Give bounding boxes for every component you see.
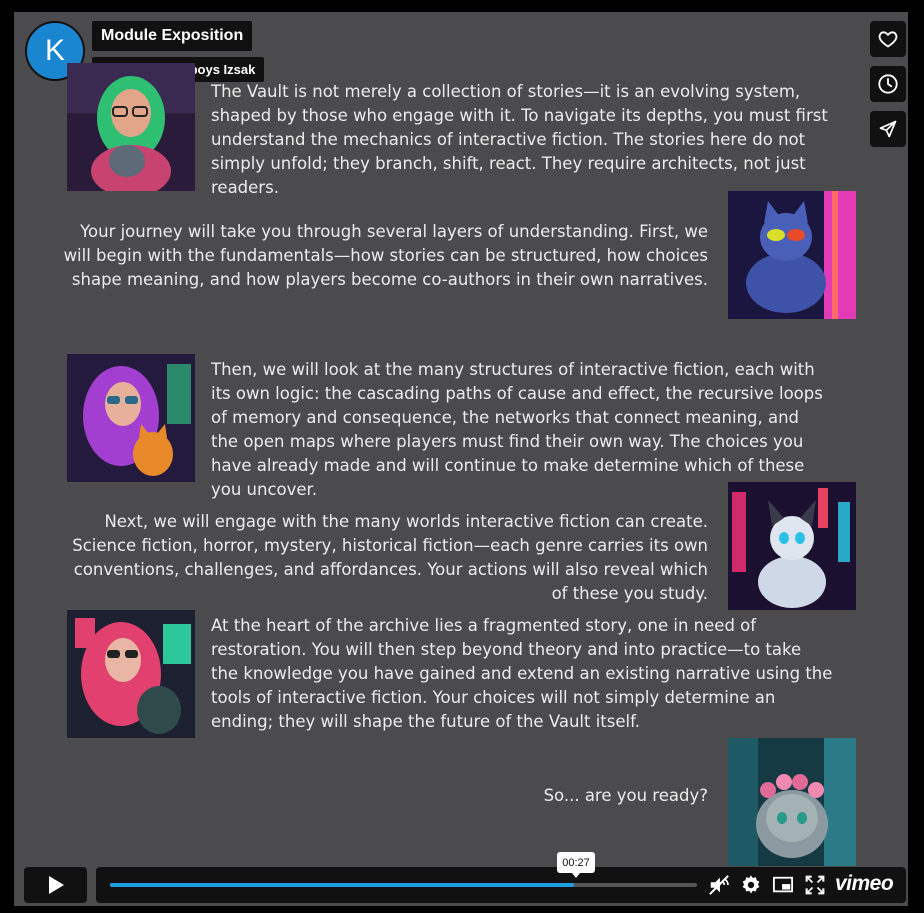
woman-green-hair-with-cat-image: [67, 63, 195, 191]
fullscreen-icon: [805, 875, 825, 895]
paragraph-ready: So... are you ready?: [543, 786, 708, 805]
play-button[interactable]: [24, 867, 87, 903]
woman-purple-hair-with-orange-cat-image: [67, 354, 195, 482]
progress-bar[interactable]: [110, 883, 697, 887]
video-title[interactable]: Module Exposition: [92, 21, 253, 51]
avatar-letter: K: [44, 34, 65, 67]
play-icon: [48, 876, 64, 894]
volume-muted-button[interactable]: [707, 873, 731, 897]
paragraph-archive: At the heart of the archive lies a fragm…: [211, 616, 833, 731]
paragraph-structures: Then, we will look at the many structure…: [211, 360, 823, 499]
settings-button[interactable]: [739, 873, 763, 897]
cat-with-sunglasses-image: [728, 191, 856, 319]
paragraph-journey: Your journey will take you through sever…: [63, 222, 708, 289]
time-tooltip: 00:27: [557, 852, 595, 878]
kitten-with-flower-crown-image: [728, 738, 856, 866]
share-button[interactable]: [870, 111, 906, 147]
picture-in-picture-button[interactable]: [771, 873, 795, 897]
clock-icon: [878, 74, 898, 94]
paper-plane-icon: [879, 120, 897, 138]
volume-muted-icon: [709, 875, 729, 895]
heart-icon: [878, 31, 898, 48]
picture-in-picture-icon: [773, 876, 793, 893]
like-button[interactable]: [870, 21, 906, 57]
paragraph-intro: The Vault is not merely a collection of …: [211, 82, 828, 197]
fullscreen-button[interactable]: [803, 873, 827, 897]
woman-pink-hair-with-cat-image: [67, 610, 195, 738]
gear-icon: [742, 875, 760, 894]
progress-fill: [110, 883, 574, 887]
vimeo-logo[interactable]: vimeo: [835, 872, 894, 896]
paragraph-worlds: Next, we will engage with the many world…: [72, 512, 708, 603]
watch-later-button[interactable]: [870, 66, 906, 102]
